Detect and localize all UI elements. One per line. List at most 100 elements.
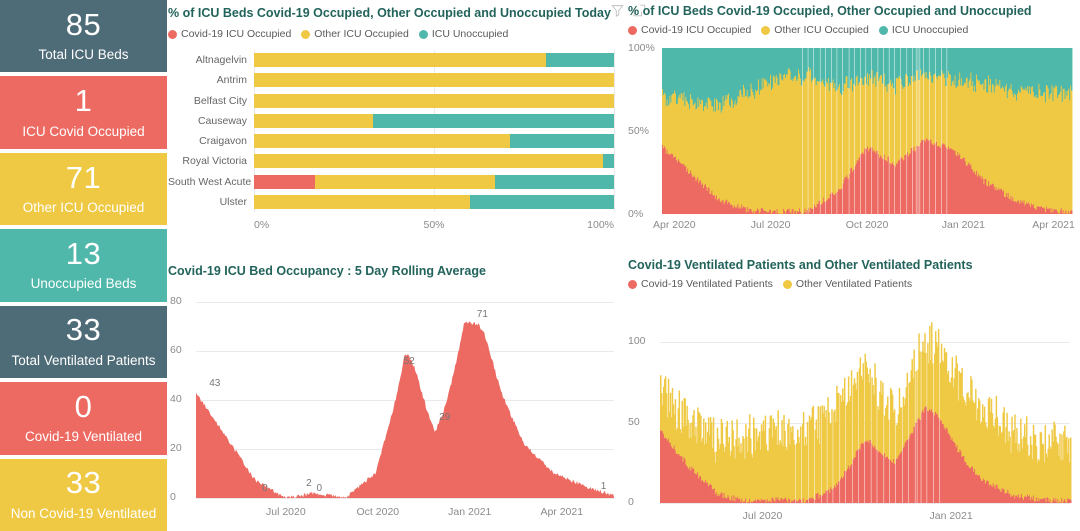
bar-category-label: Belfast City [193, 94, 247, 107]
x-axis-tick-label: 0% [254, 219, 270, 231]
bar-row[interactable]: Craigavon [168, 131, 620, 151]
y-axis-tick-label: 60 [170, 344, 182, 356]
bar-segment[interactable] [470, 194, 614, 209]
legend-label: ICU Unoccupied [891, 24, 969, 36]
filter-icon[interactable] [611, 4, 624, 22]
legend-item[interactable]: Covid-19 ICU Occupied [168, 28, 291, 40]
x-axis-tick-label: Jan 2021 [448, 506, 492, 518]
bar-track [254, 154, 614, 169]
bar-row[interactable]: Causeway [168, 111, 620, 131]
panel-title-ventilated: Covid-19 Ventilated Patients and Other V… [628, 258, 973, 272]
kpi-tile-covid-19-ventilated[interactable]: 0 Covid-19 Ventilated [0, 382, 167, 455]
data-point-label: 0 [262, 483, 268, 494]
legend-hospital-bars: Covid-19 ICU Occupied Other ICU Occupied I… [168, 28, 620, 40]
bar-segment[interactable] [603, 154, 614, 169]
bar-track [254, 194, 614, 209]
legend-swatch-icon [301, 29, 311, 39]
kpi-value: 33 [65, 465, 102, 501]
bar-segment[interactable] [495, 174, 614, 189]
y-axis-tick-label: 0 [170, 491, 176, 503]
bar-segment[interactable] [315, 174, 496, 189]
legend-swatch-icon [782, 279, 792, 289]
y-axis-tick-label: 0 [628, 496, 634, 508]
legend-item[interactable]: Covid-19 ICU Occupied [628, 24, 751, 36]
bar-row[interactable]: Altnagelvin [168, 50, 620, 70]
kpi-label: Non Covid-19 Ventilated [10, 505, 157, 521]
legend-item[interactable]: Covid-19 Ventilated Patients [628, 278, 773, 290]
panel-icu-rolling-average: Covid-19 ICU Bed Occupancy : 5 Day Rolli… [168, 264, 620, 531]
bar-category-label: Antrim [216, 74, 247, 87]
kpi-value: 1 [74, 83, 93, 119]
kpi-label: Other ICU Occupied [22, 200, 145, 216]
x-axis-tick-label: 50% [423, 219, 445, 231]
bar-track [254, 53, 614, 68]
x-axis-tick-label: Oct 2020 [356, 506, 400, 518]
x-axis-tick-label: 100% [587, 219, 614, 231]
bar-segment[interactable] [254, 53, 546, 68]
kpi-tile-icu-covid-occupied[interactable]: 1 ICU Covid Occupied [0, 76, 167, 149]
legend-item[interactable]: Other ICU Occupied [301, 28, 409, 40]
bar-segment[interactable] [254, 134, 510, 149]
legend-label: Covid-19 ICU Occupied [181, 28, 292, 40]
kpi-tile-unoccupied-beds[interactable]: 13 Unoccupied Beds [0, 229, 167, 302]
bar-segment[interactable] [254, 93, 614, 108]
data-point-label: 1 [600, 480, 607, 492]
bar-segment[interactable] [254, 113, 373, 128]
legend-item[interactable]: Other ICU Occupied [761, 24, 869, 36]
bar-track [254, 174, 614, 189]
legend-item[interactable]: Other Ventilated Patients [782, 278, 913, 290]
panel-title-hospital-bars: % of ICU Beds Covid-19 Occupied, Other O… [168, 6, 611, 20]
bar-track [254, 134, 614, 149]
data-point-label: 0 [316, 483, 323, 494]
y-axis-tick-label: 80 [170, 295, 182, 307]
kpi-column: 85 Total ICU Beds 1 ICU Covid Occupied 71 Oth… [0, 0, 167, 531]
bar-segment[interactable] [509, 134, 614, 149]
kpi-tile-total-ventilated-patients[interactable]: 33 Total Ventilated Patients [0, 305, 167, 379]
bar-segment[interactable] [545, 53, 614, 68]
kpi-value: 85 [65, 6, 102, 42]
legend-item[interactable]: ICU Unoccupied [418, 28, 509, 40]
bar-row[interactable]: Ulster [168, 192, 620, 212]
x-axis-tick-label: Jul 2020 [742, 510, 783, 522]
bar-category-label: South West Acute [168, 175, 252, 188]
bar-row[interactable]: Antrim [168, 70, 620, 90]
x-axis-tick-label: Apr 2020 [652, 219, 696, 231]
legend-label: Other ICU Occupied [314, 28, 409, 40]
x-axis-tick-label: Jul 2020 [750, 219, 791, 231]
bar-row[interactable]: Belfast City [168, 91, 620, 111]
legend-label: Other ICU Occupied [774, 24, 869, 36]
bar-category-label: Ulster [219, 195, 247, 208]
legend-ventilated: Covid-19 Ventilated Patients Other Ventil… [628, 278, 1076, 290]
plot-ventilated: 0 50 100 Jul 2020 Jan 2021 [628, 316, 1076, 531]
kpi-tile-total-icu-beds[interactable]: 85 Total ICU Beds [0, 0, 167, 73]
bar-segment[interactable] [372, 113, 614, 128]
bar-segment[interactable] [254, 194, 470, 209]
plot-icu-rolling: 0 20 40 60 80 Jul 2020 Oct 2020 Jan 2021 Apr 202… [168, 288, 620, 528]
legend-item[interactable]: ICU Unoccupied [878, 24, 969, 36]
data-point-label: 43 [209, 377, 221, 389]
bar-segment[interactable] [254, 174, 316, 189]
bar-segment[interactable] [254, 154, 604, 169]
kpi-tile-other-icu-occupied[interactable]: 71 Other ICU Occupied [0, 152, 167, 226]
kpi-value: 33 [65, 312, 102, 348]
bar-row[interactable]: Royal Victoria [168, 151, 620, 171]
legend-label: ICU Unoccupied [431, 28, 509, 40]
kpi-label: Total ICU Beds [38, 47, 129, 63]
kpi-tile-non-covid-19-ventilated[interactable]: 33 Non Covid-19 Ventilated [0, 458, 167, 531]
legend-label: Other Ventilated Patients [795, 278, 913, 290]
legend-label: Covid-19 Ventilated Patients [641, 278, 773, 290]
kpi-value: 71 [65, 159, 102, 195]
bar-track [254, 73, 614, 88]
ventilated-canvas [660, 322, 1072, 503]
bar-category-label: Royal Victoria [182, 155, 247, 168]
x-axis-tick-label: Apr 2021 [1032, 219, 1075, 231]
icu-rolling-canvas [196, 321, 614, 498]
bar-row[interactable]: South West Acute [168, 172, 620, 192]
panel-bed-percent-timeseries: % of ICU Beds Covid-19 Occupied, Other O… [628, 4, 1076, 256]
panel-title-beds-timeseries: % of ICU Beds Covid-19 Occupied, Other O… [628, 4, 1032, 18]
data-point-label: 71 [476, 309, 488, 321]
legend-swatch-icon [761, 25, 771, 35]
kpi-value: 13 [65, 235, 102, 271]
bar-segment[interactable] [254, 73, 614, 88]
y-axis-tick-label: 0% [628, 208, 644, 220]
